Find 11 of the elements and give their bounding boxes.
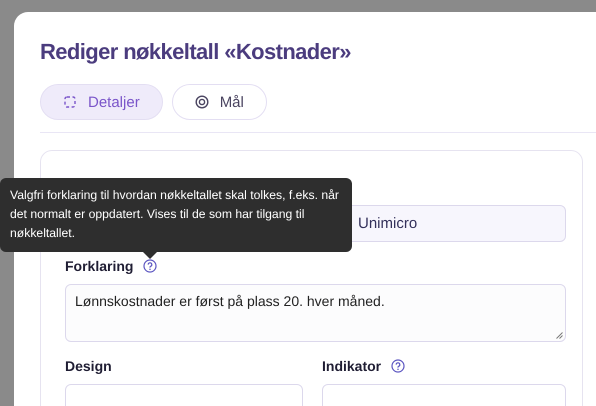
dashed-square-icon — [63, 95, 77, 109]
tab[interactable]: Detaljer — [40, 84, 163, 120]
target-icon — [194, 95, 209, 109]
field-label: Indikator — [322, 358, 382, 374]
tooltip-arrow — [143, 252, 157, 259]
resize-handle-icon — [556, 332, 563, 339]
dialog-title: Rediger nøkkeltall «Kostnader» — [40, 38, 352, 66]
text-area[interactable]: Lønnskostnader er først på plass 20. hver måned. — [65, 284, 566, 342]
field-label: Forklaring — [65, 258, 134, 274]
tab[interactable]: Mål — [172, 84, 267, 120]
field-label: Design — [65, 358, 112, 374]
